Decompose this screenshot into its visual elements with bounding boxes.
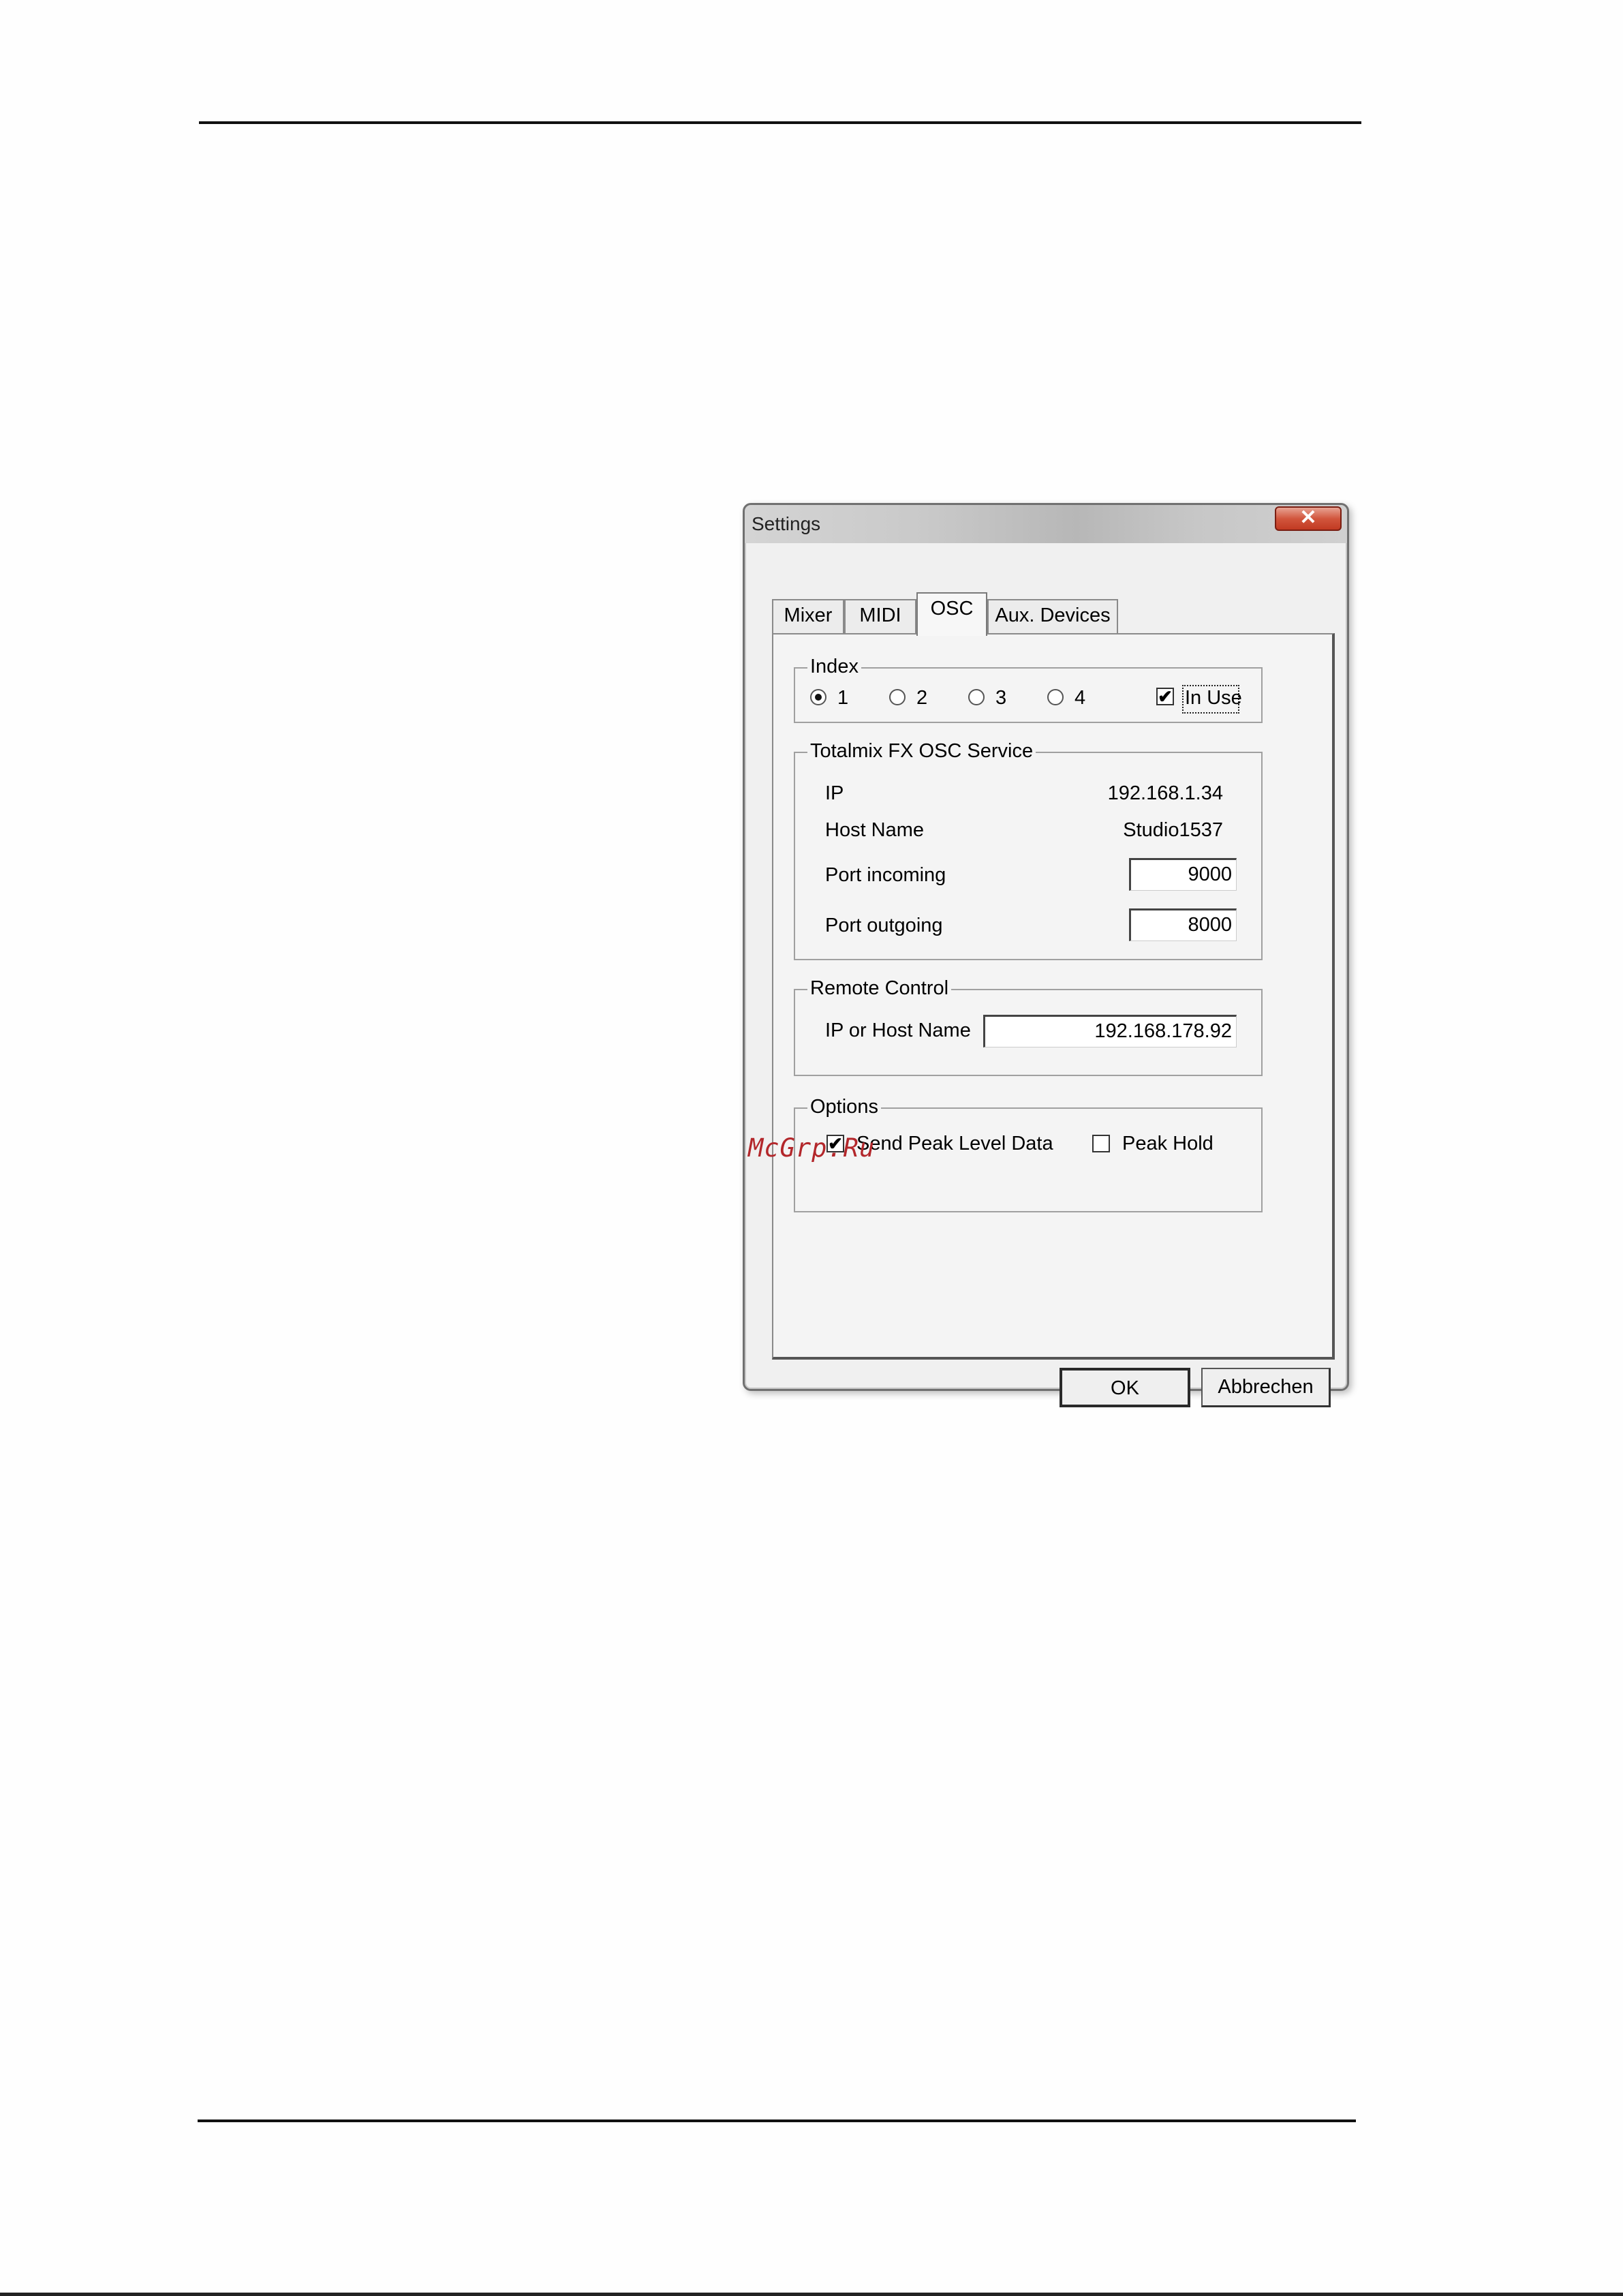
close-icon: ✕	[1299, 506, 1317, 529]
remote-control-group: Remote Control IP or Host Name 192.168.1…	[794, 977, 1263, 1076]
tab-osc[interactable]: OSC	[916, 592, 987, 636]
port-incoming-field[interactable]: 9000	[1129, 858, 1237, 891]
index-radio-2-label: 2	[916, 687, 928, 709]
ok-button[interactable]: OK	[1060, 1368, 1190, 1407]
port-outgoing-label: Port outgoing	[825, 915, 943, 936]
index-group: Index 1 2 3 4 ✔ In Use	[794, 655, 1263, 723]
peak-hold-checkbox[interactable]	[1092, 1135, 1110, 1152]
index-radio-3[interactable]	[968, 689, 985, 705]
in-use-label[interactable]: In Use	[1185, 686, 1242, 709]
index-radio-3-label: 3	[995, 687, 1007, 709]
index-radio-1-label: 1	[837, 687, 849, 709]
remote-host-field[interactable]: 192.168.178.92	[983, 1015, 1237, 1047]
check-icon: ✔	[1158, 686, 1173, 707]
remote-host-label: IP or Host Name	[825, 1020, 971, 1041]
ip-label: IP	[825, 782, 844, 804]
tab-label: Mixer	[784, 604, 833, 626]
peak-hold-label[interactable]: Peak Hold	[1122, 1132, 1214, 1155]
tab-aux-devices[interactable]: Aux. Devices	[987, 599, 1118, 633]
window-title: Settings	[752, 513, 821, 534]
tab-label: MIDI	[859, 604, 901, 626]
host-name-label: Host Name	[825, 819, 925, 841]
send-peak-label[interactable]: Send Peak Level Data	[856, 1132, 1053, 1155]
watermark: McGrp.Ru	[748, 1133, 876, 1163]
port-outgoing-field[interactable]: 8000	[1129, 908, 1237, 941]
close-button[interactable]: ✕	[1275, 506, 1342, 531]
title-bar[interactable]: Settings ✕	[745, 505, 1347, 543]
in-use-checkbox[interactable]: ✔	[1156, 688, 1174, 705]
options-legend: Options	[807, 1095, 881, 1118]
page-bottom-rule	[198, 2119, 1356, 2122]
port-incoming-label: Port incoming	[825, 864, 946, 886]
index-legend: Index	[807, 655, 861, 678]
index-radio-2[interactable]	[889, 689, 906, 705]
tab-label: Aux. Devices	[995, 604, 1111, 626]
page-top-rule	[199, 121, 1361, 124]
host-name-value: Studio1537	[1123, 819, 1223, 841]
page-bottom-edge	[0, 2293, 1623, 2296]
osc-service-legend: Totalmix FX OSC Service	[807, 739, 1036, 763]
index-radio-4-label: 4	[1075, 687, 1086, 709]
dialog-client-area: Mixer MIDI OSC Aux. Devices Index 1 2 3 …	[753, 543, 1339, 1407]
tab-label: OSC	[930, 598, 974, 619]
ip-value: 192.168.1.34	[1107, 782, 1223, 804]
osc-service-group: Totalmix FX OSC Service IP 192.168.1.34 …	[794, 739, 1263, 960]
cancel-button[interactable]: Abbrechen	[1201, 1368, 1331, 1407]
osc-tab-panel: Index 1 2 3 4 ✔ In Use Totalmix FX OSC S…	[772, 633, 1335, 1360]
settings-dialog: Settings ✕ Mixer MIDI OSC Aux. Devices I…	[743, 503, 1349, 1407]
tab-mixer[interactable]: Mixer	[772, 599, 844, 633]
index-radio-1[interactable]	[810, 689, 826, 705]
index-radio-4[interactable]	[1047, 689, 1064, 705]
tab-midi[interactable]: MIDI	[844, 599, 916, 633]
remote-control-legend: Remote Control	[807, 977, 952, 1000]
